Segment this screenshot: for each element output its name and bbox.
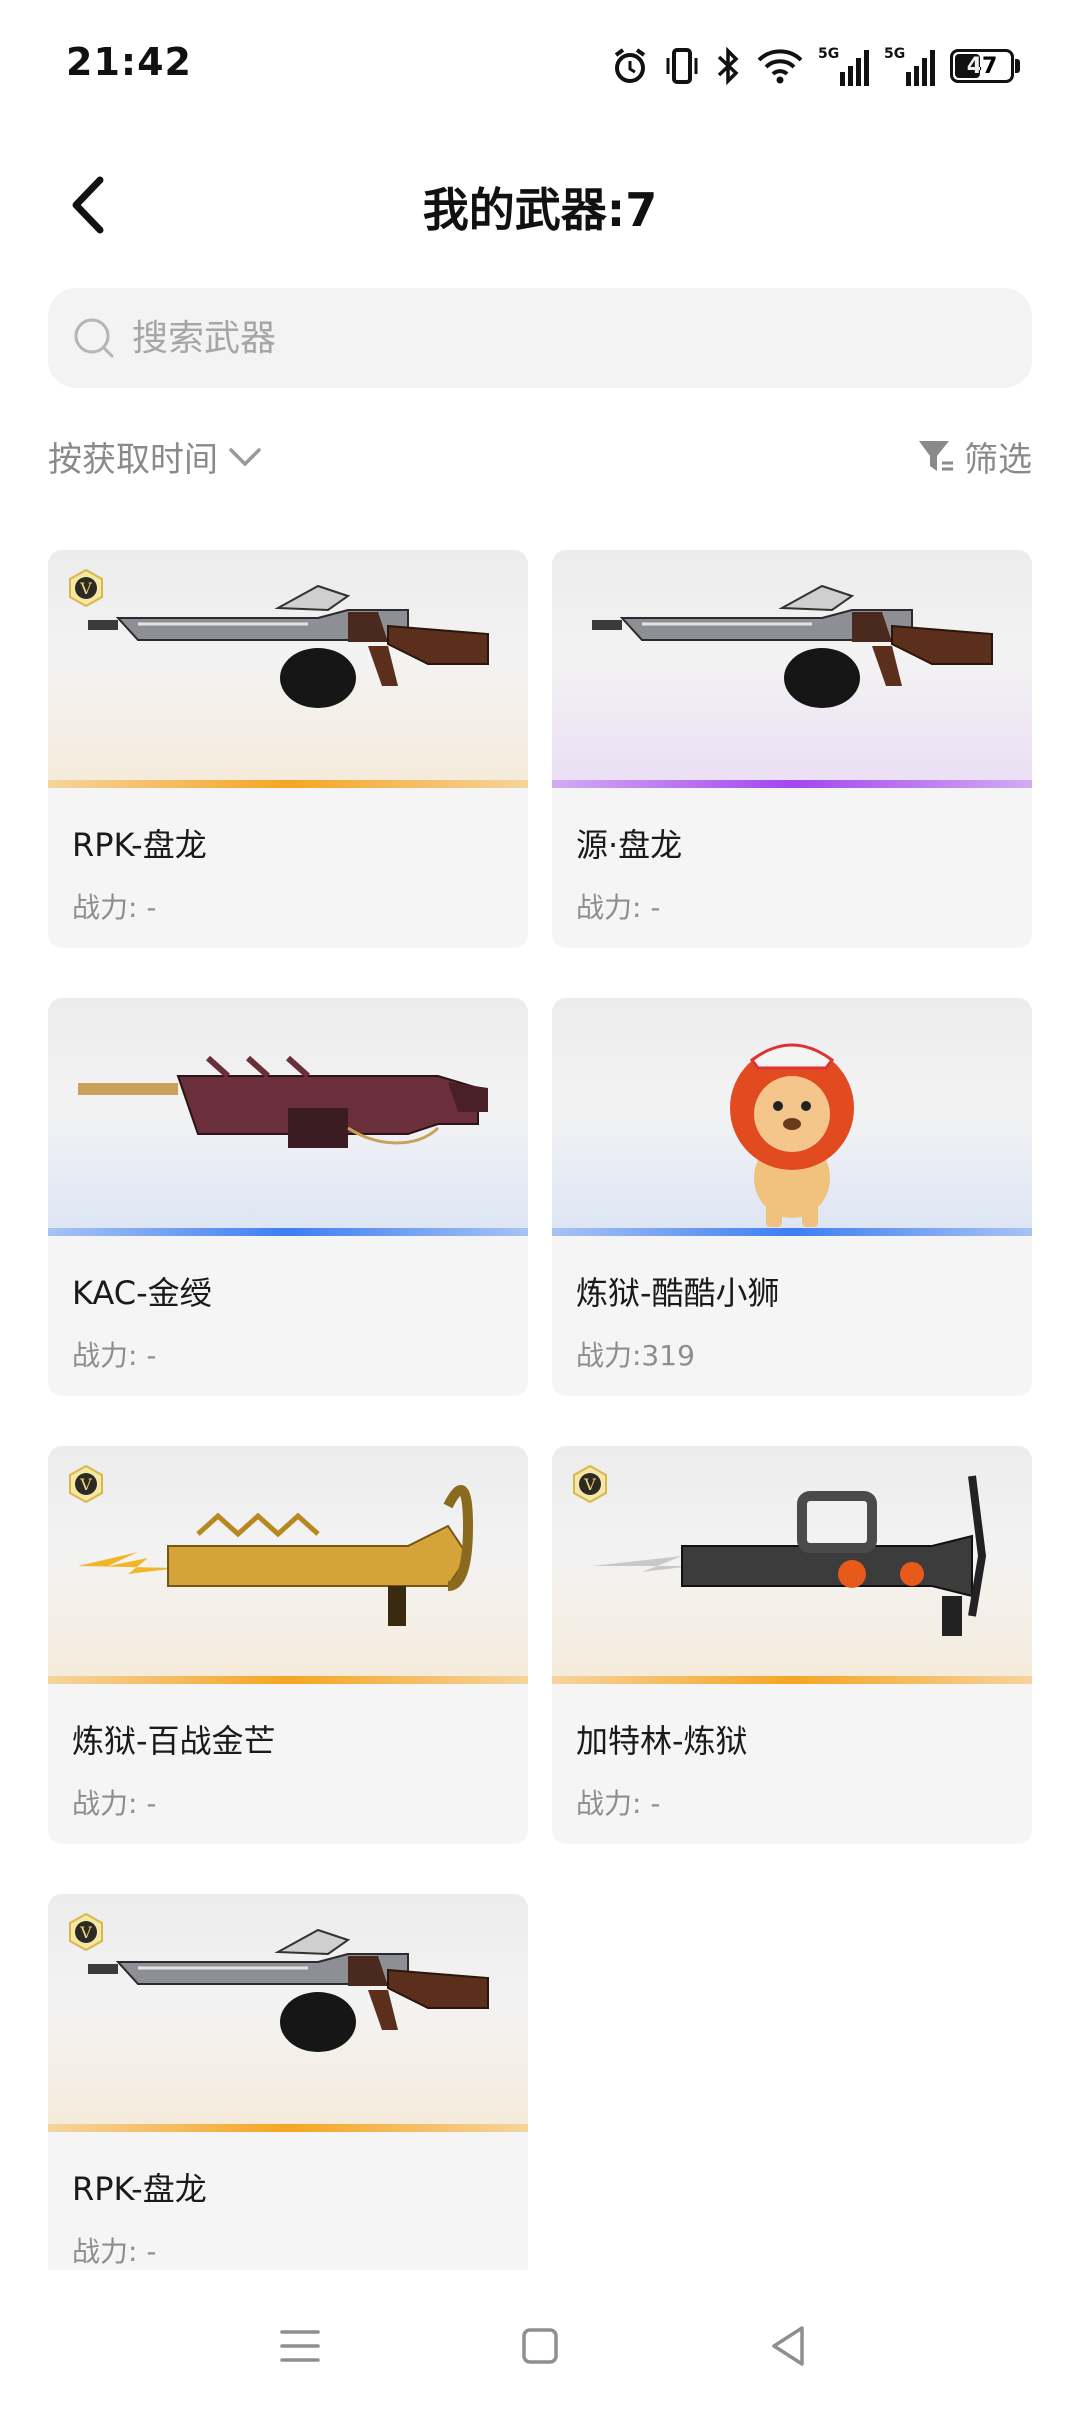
- weapon-name: RPK-盘龙: [72, 2170, 207, 2208]
- weapon-image-area: [552, 550, 1032, 788]
- weapon-image-area: V: [48, 1894, 528, 2132]
- svg-text:5G: 5G: [884, 46, 905, 62]
- rarity-bar: [48, 1228, 528, 1236]
- vibrate-icon: [666, 48, 698, 84]
- filter-button[interactable]: 筛选: [916, 432, 1032, 481]
- weapon-power: 战力:319: [576, 1339, 695, 1372]
- sort-filter-row: 按获取时间 筛选: [48, 432, 1032, 492]
- weapon-card[interactable]: V RPK-盘龙 战力: -: [48, 550, 528, 948]
- weapon-golden-art: [78, 1485, 474, 1626]
- filter-label: 筛选: [964, 440, 1032, 480]
- weapon-card[interactable]: V 加特林-炼狱 战力: -: [552, 1446, 1032, 1844]
- weapon-card[interactable]: 炼狱-酷酷小狮 战力:319: [552, 998, 1032, 1396]
- weapon-name: 炼狱-酷酷小狮: [576, 1274, 780, 1312]
- weapon-image-area: V: [48, 1446, 528, 1684]
- search-box[interactable]: [48, 288, 1032, 388]
- bluetooth-icon: [717, 46, 739, 86]
- page-title: 我的武器:7: [422, 183, 658, 237]
- navigation-bar: [0, 2270, 1080, 2412]
- weapon-card[interactable]: V 炼狱-百战金芒 战力: -: [48, 1446, 528, 1844]
- rarity-bar: [48, 780, 528, 788]
- header: 我的武器:7: [0, 150, 1080, 260]
- filter-icon: [919, 440, 953, 471]
- weapon-name: KAC-金绶: [72, 1274, 212, 1312]
- status-icons: 5G 5G 47: [610, 44, 1020, 88]
- weapon-rifle-art: [592, 584, 993, 708]
- system-back-button[interactable]: [756, 2314, 820, 2378]
- weapon-lmg-art: [78, 1055, 488, 1148]
- weapon-power: 战力: -: [72, 891, 157, 924]
- weapon-image: [78, 1055, 488, 1148]
- weapon-card[interactable]: 源·盘龙 战力: -: [552, 550, 1032, 948]
- weapon-power: 战力: -: [72, 2235, 157, 2268]
- lion-mascot-art: [730, 1043, 854, 1227]
- rarity-bar: [48, 1676, 528, 1684]
- vip-badge-icon: V: [69, 1464, 103, 1504]
- svg-text:V: V: [79, 579, 92, 598]
- back-triangle-icon: [772, 2326, 804, 2366]
- weapon-power: 战力: -: [72, 1339, 157, 1372]
- weapon-image: [730, 1043, 854, 1227]
- weapon-gatling-art: [592, 1475, 987, 1636]
- weapon-image: [88, 1928, 489, 2052]
- weapon-rifle-art: [88, 1928, 489, 2052]
- search-input[interactable]: [130, 316, 954, 360]
- status-time: 21:42: [66, 40, 192, 84]
- status-bar: 21:42 5G 5G 47: [0, 0, 1080, 130]
- weapon-image: [88, 584, 489, 708]
- menu-icon: [280, 2330, 320, 2362]
- wifi-icon: [757, 49, 803, 84]
- rarity-bar: [48, 2124, 528, 2132]
- weapon-power: 战力: -: [576, 1787, 661, 1820]
- weapon-card[interactable]: V RPK-盘龙 战力: -: [48, 1894, 528, 2292]
- chevron-down-icon: [229, 447, 261, 466]
- weapon-image-area: V: [48, 550, 528, 788]
- sort-dropdown[interactable]: 按获取时间: [48, 432, 262, 481]
- search-icon: [74, 318, 114, 358]
- signal-5g-icon: 5G: [884, 46, 935, 86]
- rarity-bar: [552, 1676, 1032, 1684]
- battery-level: 47: [966, 53, 998, 79]
- home-button[interactable]: [508, 2314, 572, 2378]
- weapon-image: [592, 584, 993, 708]
- svg-text:V: V: [79, 1923, 92, 1942]
- svg-text:5G: 5G: [818, 46, 839, 62]
- home-square-icon: [522, 2328, 558, 2364]
- weapon-image-area: [552, 998, 1032, 1236]
- weapon-name: 加特林-炼狱: [576, 1722, 748, 1760]
- vip-badge-icon: V: [573, 1464, 607, 1504]
- weapon-name: 源·盘龙: [576, 826, 683, 864]
- weapon-power: 战力: -: [576, 891, 661, 924]
- weapon-name: 炼狱-百战金芒: [72, 1722, 276, 1760]
- menu-button[interactable]: [268, 2314, 332, 2378]
- sort-label: 按获取时间: [48, 440, 218, 480]
- weapon-image: [592, 1475, 987, 1636]
- weapon-image-area: [48, 998, 528, 1236]
- weapon-image-area: V: [552, 1446, 1032, 1684]
- rarity-bar: [552, 1228, 1032, 1236]
- vip-badge-icon: V: [69, 568, 103, 608]
- weapon-card[interactable]: KAC-金绶 战力: -: [48, 998, 528, 1396]
- alarm-icon: [614, 48, 646, 83]
- battery-icon: 47: [950, 49, 1014, 83]
- weapon-power: 战力: -: [72, 1787, 157, 1820]
- weapon-name: RPK-盘龙: [72, 826, 207, 864]
- weapon-rifle-art: [88, 584, 489, 708]
- weapon-image: [78, 1485, 474, 1626]
- svg-text:V: V: [79, 1475, 92, 1494]
- svg-text:V: V: [583, 1475, 596, 1494]
- signal-5g-icon: 5G: [818, 46, 869, 86]
- vip-badge-icon: V: [69, 1912, 103, 1952]
- rarity-bar: [552, 780, 1032, 788]
